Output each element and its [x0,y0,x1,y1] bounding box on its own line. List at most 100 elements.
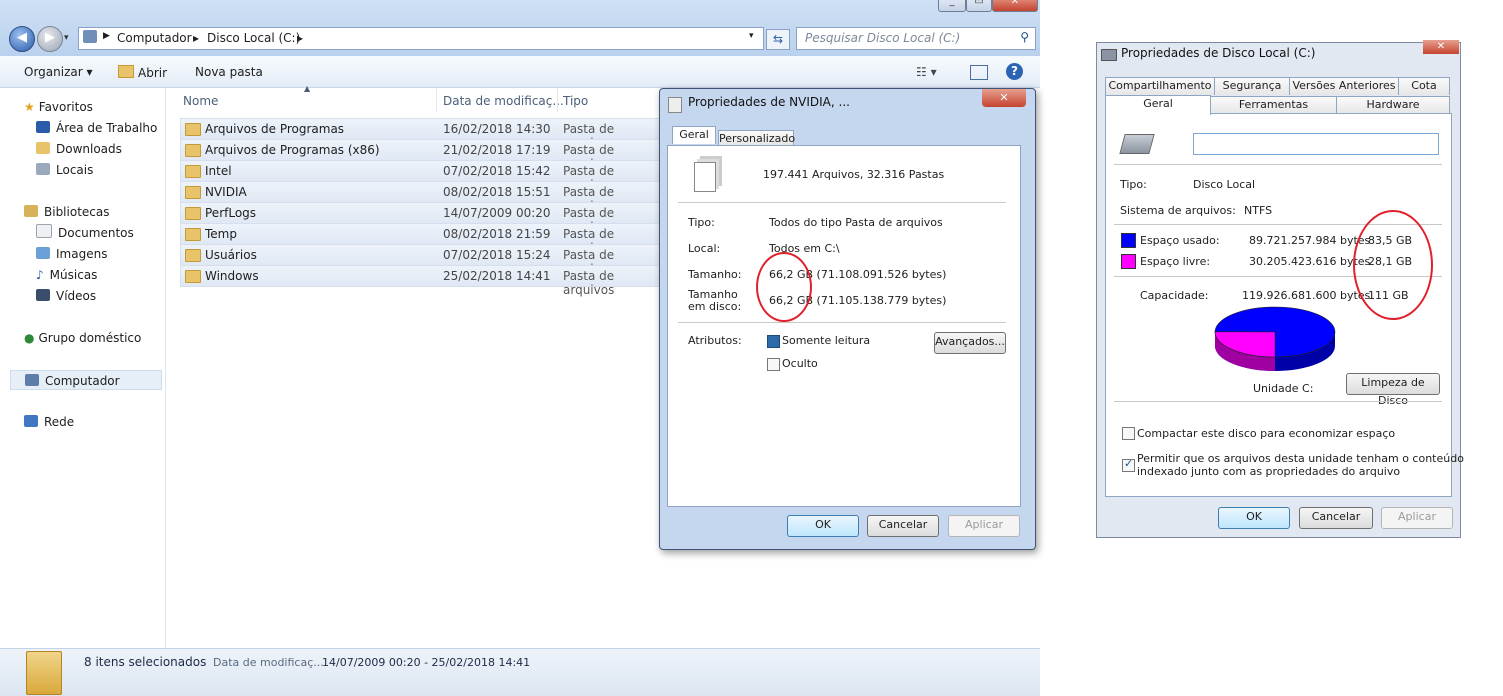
breadcrumb-computer[interactable]: Computador [117,31,192,45]
computer-icon [25,374,39,386]
open-button[interactable]: Abrir [118,65,167,80]
status-selected: 8 itens selecionados [84,655,207,669]
volume-label-input[interactable] [1193,133,1439,155]
title-bar: _ ▭ ✕ ◀ ▶ ▾ ▶ Computador ▸ Disco Local (… [0,0,1040,56]
maximize-button[interactable]: ▭ [966,0,992,12]
file-date: 07/02/2018 15:24 [443,248,551,262]
apply-button[interactable]: Aplicar [1381,507,1453,529]
command-bar: Organizar ▾ Abrir Nova pasta ☷ ▾ ? [0,57,1040,88]
readonly-checkbox[interactable] [767,335,780,348]
tab-sharing[interactable]: Compartilhamento [1105,77,1215,95]
status-date-label: Data de modificaç... [213,656,324,669]
tab-security[interactable]: Segurança [1214,77,1290,95]
file-date: 08/02/2018 15:51 [443,185,551,199]
file-name: Temp [205,227,237,241]
nvidia-properties-dialog: Propriedades de NVIDIA, ... ✕ Geral Pers… [659,88,1036,550]
file-row[interactable]: Windows 25/02/2018 14:41 Pasta de arquivos [180,265,662,297]
column-header-name[interactable]: Nome [183,94,218,108]
advanced-button[interactable]: Avançados... [934,332,1006,354]
nav-downloads[interactable]: Downloads [36,139,122,159]
nav-desktop[interactable]: Área de Trabalho [36,118,157,138]
videos-icon [36,289,50,301]
search-placeholder: Pesquisar Disco Local (C:) [805,31,961,45]
nav-music[interactable]: ♪ Músicas [36,265,97,285]
file-row[interactable]: Intel07/02/2018 15:42Pasta de arquivos [180,160,662,192]
breadcrumb-separator-icon: ▸ [297,31,304,45]
file-name: Arquivos de Programas (x86) [205,143,380,157]
close-button[interactable]: ✕ [992,0,1038,12]
disk-usage-pie-chart [1214,306,1336,371]
search-icon[interactable]: ⚲ [1020,30,1029,44]
type-value: Todos do tipo Pasta de arquivos [769,216,943,229]
file-row[interactable]: Temp08/02/2018 21:59Pasta de arquivos [180,223,662,255]
folder-icon [185,144,201,157]
minimize-button[interactable]: _ [938,0,966,12]
column-header-type[interactable]: Tipo [563,94,588,108]
nav-images[interactable]: Imagens [36,244,107,264]
nav-libraries[interactable]: Bibliotecas [24,202,109,222]
forward-button[interactable]: ▶ [37,26,63,52]
tab-tools[interactable]: Ferramentas [1210,96,1337,114]
file-row[interactable]: PerfLogs14/07/2009 00:20Pasta de arquivo… [180,202,662,234]
breadcrumb-disk[interactable]: Disco Local (C:) [207,31,300,45]
address-dropdown-icon[interactable]: ▾ [749,31,754,41]
disk-cleanup-button[interactable]: Limpeza de Disco [1346,373,1440,407]
address-bar[interactable]: ▶ Computador ▸ Disco Local (C:) ▸ ▾ [78,27,764,50]
hidden-label: Oculto [782,357,818,370]
tab-custom[interactable]: Personalizado [718,130,795,145]
nav-network[interactable]: Rede [24,412,74,432]
back-button[interactable]: ◀ [9,26,35,52]
tab-general[interactable]: Geral [1105,95,1211,115]
refresh-button[interactable]: ⇆ [766,29,790,50]
view-options-icon[interactable]: ☷ ▾ [916,65,937,79]
places-icon [36,163,50,175]
compress-label: Compactar este disco para economizar esp… [1137,427,1396,440]
search-input[interactable]: Pesquisar Disco Local (C:) ⚲ [796,27,1036,50]
nav-computer[interactable]: Computador [10,370,162,390]
compress-checkbox[interactable] [1122,427,1135,440]
nav-homegroup[interactable]: ● Grupo doméstico [24,328,141,348]
file-row[interactable]: Arquivos de Programas 16/02/2018 14:30 Pas… [180,118,662,150]
size-label: Tamanho: [688,268,742,281]
cancel-button[interactable]: Cancelar [1299,507,1373,529]
computer-icon [83,30,97,43]
index-label-line1: Permitir que os arquivos desta unidade t… [1137,452,1464,465]
organize-button[interactable]: Organizar ▾ [24,65,93,79]
column-header-date[interactable]: Data de modificaç... [443,94,564,108]
apply-button[interactable]: Aplicar [948,515,1020,537]
file-name: NVIDIA [205,185,247,199]
file-row[interactable]: Usuários07/02/2018 15:24Pasta de arquivo… [180,244,662,276]
file-row[interactable]: NVIDIA08/02/2018 15:51Pasta de arquivos [180,181,662,213]
used-bytes: 89.721.257.984 bytes [1249,234,1371,247]
used-color-swatch [1121,233,1136,248]
index-checkbox[interactable] [1122,457,1135,472]
filesystem-value: NTFS [1244,204,1273,217]
location-label: Local: [688,242,721,255]
nav-videos[interactable]: Vídeos [36,286,96,306]
general-panel: Tipo: Disco Local Sistema de arquivos: N… [1105,113,1464,497]
help-icon[interactable]: ? [1006,63,1023,80]
downloads-icon [36,142,50,154]
tab-general[interactable]: Geral [672,126,716,144]
nav-favorites[interactable]: ★ Favoritos [24,97,93,117]
ok-button[interactable]: OK [787,515,859,537]
sort-arrow-icon: ▲ [304,84,311,93]
ok-button[interactable]: OK [1218,507,1290,529]
readonly-label: Somente leitura [782,334,871,347]
tab-hardware[interactable]: Hardware [1336,96,1450,114]
network-icon [24,415,38,427]
preview-pane-icon[interactable] [970,65,988,80]
dialog-close-button[interactable]: ✕ [1423,40,1459,54]
recent-pages-dropdown[interactable]: ▾ [64,33,69,43]
folder-icon [185,270,201,283]
cancel-button[interactable]: Cancelar [867,515,939,537]
type-label: Tipo: [1120,178,1147,191]
tab-quota[interactable]: Cota [1398,77,1450,95]
file-row[interactable]: Arquivos de Programas (x86) 21/02/2018 17… [180,139,662,171]
hidden-checkbox[interactable] [767,358,780,371]
tab-previous-versions[interactable]: Versões Anteriores [1289,77,1399,95]
nav-documents[interactable]: Documentos [36,223,134,243]
nav-places[interactable]: Locais [36,160,93,180]
new-folder-button[interactable]: Nova pasta [195,65,263,79]
dialog-close-button[interactable]: ✕ [982,89,1026,107]
